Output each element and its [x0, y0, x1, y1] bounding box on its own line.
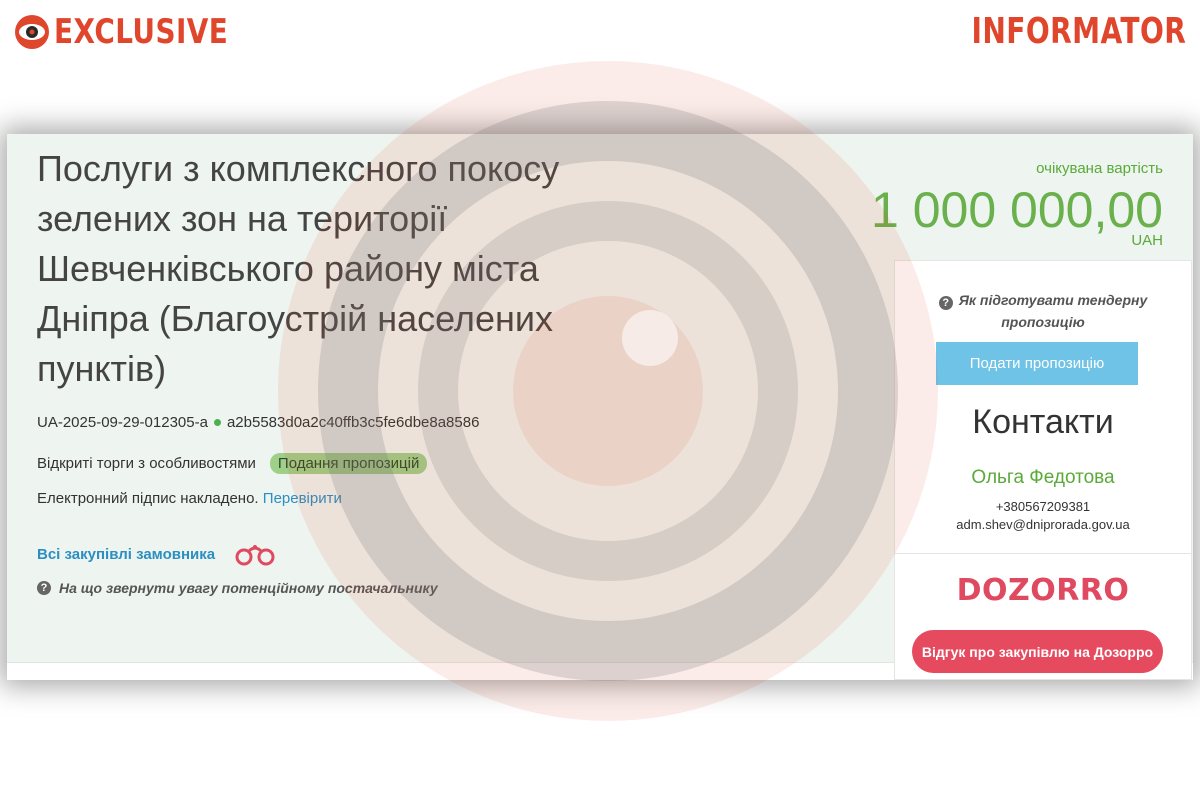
eye-icon: [15, 15, 49, 49]
proposal-hint-text: Як підготувати тендерну пропозицію: [958, 292, 1148, 330]
contact-phone: +380567209381: [995, 499, 1091, 514]
supplier-hint-text: На що звернути увагу потенційному постач…: [59, 580, 438, 596]
sidebar-panel: ? Як підготувати тендерну пропозицію Пода…: [894, 260, 1192, 680]
verify-link[interactable]: Перевірити: [263, 490, 342, 507]
all-purchases-row: Всі закупівлі замовника: [37, 542, 277, 566]
expected-value-amount: 1 000 000,00: [871, 182, 1163, 238]
brand-exclusive-label: EXCLUSIVE: [54, 12, 229, 52]
tender-card: Послуги з комплексного покосу зелених зо…: [7, 134, 1193, 680]
expected-value-label: очікувана вартість: [1036, 160, 1163, 177]
tender-id: UA-2025-09-29-012305-a: [37, 414, 208, 431]
binoculars-icon[interactable]: [233, 542, 277, 566]
brand-informator: INFORMATOR: [971, 11, 1186, 52]
contact-email: adm.shev@dniprorada.gov.ua: [956, 517, 1130, 532]
signature-text: Електронний підпис накладено.: [37, 490, 259, 507]
tender-title: Послуги з комплексного покосу зелених зо…: [37, 148, 560, 389]
question-circle-icon: ?: [938, 296, 953, 310]
status-badge: Подання пропозицій: [269, 453, 428, 474]
signature-row: Електронний підпис накладено. Перевірити: [37, 490, 342, 507]
all-purchases-link[interactable]: Всі закупівлі замовника: [37, 546, 215, 563]
sidebar-divider: [895, 553, 1191, 554]
expected-value-currency: UAH: [1131, 232, 1163, 249]
submit-proposal-button[interactable]: Подати пропозицію: [936, 342, 1138, 385]
proposal-hint[interactable]: ? Як підготувати тендерну пропозицію: [895, 289, 1191, 333]
brand-exclusive: EXCLUSIVE: [14, 12, 266, 52]
supplier-hint[interactable]: ? На що звернути увагу потенційному пост…: [37, 580, 438, 596]
contact-name: Ольга Федотова: [971, 467, 1115, 488]
dozorro-feedback-button[interactable]: Відгук про закупівлю на Дозорро: [912, 630, 1163, 673]
status-dot-icon: [213, 419, 221, 426]
procedure-type: Відкриті торги з особливостями: [37, 455, 256, 472]
dozorro-logo: DOZORRO: [956, 573, 1130, 608]
procedure-row: Відкриті торги з особливостями Подання п…: [37, 453, 428, 474]
question-circle-icon: ?: [37, 581, 51, 595]
contacts-title: Контакти: [972, 403, 1114, 441]
tender-id-row: UA-2025-09-29-012305-a a2b5583d0a2c40ffb…: [37, 414, 479, 431]
tender-hash: a2b5583d0a2c40ffb3c5fe6dbe8a8586: [226, 414, 480, 431]
